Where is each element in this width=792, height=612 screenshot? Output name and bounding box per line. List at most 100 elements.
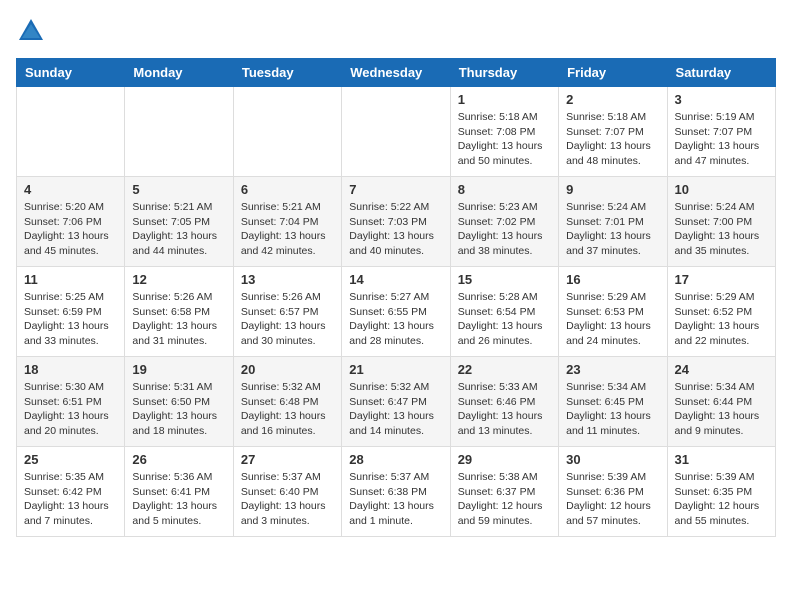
- day-number: 22: [458, 362, 551, 377]
- calendar-cell: 15 Sunrise: 5:28 AM Sunset: 6:54 PM Dayli…: [450, 267, 558, 357]
- day-number: 25: [24, 452, 117, 467]
- day-number: 3: [675, 92, 768, 107]
- calendar-week-row: 4 Sunrise: 5:20 AM Sunset: 7:06 PM Daylig…: [17, 177, 776, 267]
- calendar-cell: [342, 87, 450, 177]
- calendar-cell: [125, 87, 233, 177]
- calendar-week-row: 1Sunrise: 5:18 AM Sunset: 7:08 PM Daylig…: [17, 87, 776, 177]
- day-number: 1: [458, 92, 551, 107]
- day-info: Sunrise: 5:24 AM Sunset: 7:00 PM Dayligh…: [675, 200, 768, 259]
- day-number: 28: [349, 452, 442, 467]
- page-header: [16, 16, 776, 46]
- day-number: 8: [458, 182, 551, 197]
- day-number: 17: [675, 272, 768, 287]
- day-number: 7: [349, 182, 442, 197]
- calendar-cell: 7 Sunrise: 5:22 AM Sunset: 7:03 PM Daylig…: [342, 177, 450, 267]
- day-header-sunday: Sunday: [17, 59, 125, 87]
- day-info: Sunrise: 5:26 AM Sunset: 6:57 PM Dayligh…: [241, 290, 334, 349]
- day-number: 29: [458, 452, 551, 467]
- day-info: Sunrise: 5:30 AM Sunset: 6:51 PM Dayligh…: [24, 380, 117, 439]
- day-number: 13: [241, 272, 334, 287]
- day-info: Sunrise: 5:28 AM Sunset: 6:54 PM Dayligh…: [458, 290, 551, 349]
- day-header-friday: Friday: [559, 59, 667, 87]
- day-number: 14: [349, 272, 442, 287]
- day-number: 27: [241, 452, 334, 467]
- calendar-cell: 3Sunrise: 5:19 AM Sunset: 7:07 PM Daylig…: [667, 87, 775, 177]
- calendar-cell: 9 Sunrise: 5:24 AM Sunset: 7:01 PM Daylig…: [559, 177, 667, 267]
- calendar-cell: 5Sunrise: 5:21 AM Sunset: 7:05 PM Daylig…: [125, 177, 233, 267]
- calendar-cell: 26Sunrise: 5:36 AM Sunset: 6:41 PM Dayli…: [125, 447, 233, 537]
- day-number: 21: [349, 362, 442, 377]
- calendar-week-row: 25 Sunrise: 5:35 AM Sunset: 6:42 PM Dayli…: [17, 447, 776, 537]
- day-number: 4: [24, 182, 117, 197]
- calendar-cell: 13 Sunrise: 5:26 AM Sunset: 6:57 PM Dayli…: [233, 267, 341, 357]
- calendar-cell: 6 Sunrise: 5:21 AM Sunset: 7:04 PM Daylig…: [233, 177, 341, 267]
- calendar-cell: 14 Sunrise: 5:27 AM Sunset: 6:55 PM Dayli…: [342, 267, 450, 357]
- day-number: 2: [566, 92, 659, 107]
- day-number: 18: [24, 362, 117, 377]
- day-info: Sunrise: 5:32 AM Sunset: 6:48 PM Dayligh…: [241, 380, 334, 439]
- calendar-cell: 24Sunrise: 5:34 AM Sunset: 6:44 PM Dayli…: [667, 357, 775, 447]
- day-info: Sunrise: 5:26 AM Sunset: 6:58 PM Dayligh…: [132, 290, 225, 349]
- calendar-table: SundayMondayTuesdayWednesdayThursdayFrid…: [16, 58, 776, 537]
- calendar-week-row: 18 Sunrise: 5:30 AM Sunset: 6:51 PM Dayli…: [17, 357, 776, 447]
- calendar-cell: [17, 87, 125, 177]
- calendar-header-row: SundayMondayTuesdayWednesdayThursdayFrid…: [17, 59, 776, 87]
- day-info: Sunrise: 5:24 AM Sunset: 7:01 PM Dayligh…: [566, 200, 659, 259]
- day-info: Sunrise: 5:20 AM Sunset: 7:06 PM Dayligh…: [24, 200, 117, 259]
- day-header-tuesday: Tuesday: [233, 59, 341, 87]
- day-number: 6: [241, 182, 334, 197]
- calendar-cell: 23Sunrise: 5:34 AM Sunset: 6:45 PM Dayli…: [559, 357, 667, 447]
- logo: [16, 16, 50, 46]
- day-info: Sunrise: 5:32 AM Sunset: 6:47 PM Dayligh…: [349, 380, 442, 439]
- day-number: 15: [458, 272, 551, 287]
- day-header-monday: Monday: [125, 59, 233, 87]
- calendar-cell: 21 Sunrise: 5:32 AM Sunset: 6:47 PM Dayli…: [342, 357, 450, 447]
- calendar-cell: 12 Sunrise: 5:26 AM Sunset: 6:58 PM Dayli…: [125, 267, 233, 357]
- day-info: Sunrise: 5:33 AM Sunset: 6:46 PM Dayligh…: [458, 380, 551, 439]
- calendar-cell: 31 Sunrise: 5:39 AM Sunset: 6:35 PM Dayli…: [667, 447, 775, 537]
- day-info: Sunrise: 5:25 AM Sunset: 6:59 PM Dayligh…: [24, 290, 117, 349]
- day-number: 16: [566, 272, 659, 287]
- day-info: Sunrise: 5:18 AM Sunset: 7:07 PM Dayligh…: [566, 110, 659, 169]
- calendar-cell: 18 Sunrise: 5:30 AM Sunset: 6:51 PM Dayli…: [17, 357, 125, 447]
- day-info: Sunrise: 5:35 AM Sunset: 6:42 PM Dayligh…: [24, 470, 117, 529]
- calendar-cell: 17Sunrise: 5:29 AM Sunset: 6:52 PM Dayli…: [667, 267, 775, 357]
- calendar-cell: [233, 87, 341, 177]
- day-info: Sunrise: 5:27 AM Sunset: 6:55 PM Dayligh…: [349, 290, 442, 349]
- day-number: 31: [675, 452, 768, 467]
- calendar-cell: 8Sunrise: 5:23 AM Sunset: 7:02 PM Daylig…: [450, 177, 558, 267]
- day-number: 5: [132, 182, 225, 197]
- logo-icon: [16, 16, 46, 46]
- day-info: Sunrise: 5:34 AM Sunset: 6:44 PM Dayligh…: [675, 380, 768, 439]
- day-info: Sunrise: 5:22 AM Sunset: 7:03 PM Dayligh…: [349, 200, 442, 259]
- calendar-cell: 16 Sunrise: 5:29 AM Sunset: 6:53 PM Dayli…: [559, 267, 667, 357]
- calendar-cell: 19 Sunrise: 5:31 AM Sunset: 6:50 PM Dayli…: [125, 357, 233, 447]
- day-info: Sunrise: 5:31 AM Sunset: 6:50 PM Dayligh…: [132, 380, 225, 439]
- day-number: 12: [132, 272, 225, 287]
- day-info: Sunrise: 5:36 AM Sunset: 6:41 PM Dayligh…: [132, 470, 225, 529]
- day-number: 30: [566, 452, 659, 467]
- day-info: Sunrise: 5:21 AM Sunset: 7:04 PM Dayligh…: [241, 200, 334, 259]
- calendar-cell: 30 Sunrise: 5:39 AM Sunset: 6:36 PM Dayli…: [559, 447, 667, 537]
- day-number: 9: [566, 182, 659, 197]
- calendar-cell: 25 Sunrise: 5:35 AM Sunset: 6:42 PM Dayli…: [17, 447, 125, 537]
- day-header-thursday: Thursday: [450, 59, 558, 87]
- calendar-cell: 28 Sunrise: 5:37 AM Sunset: 6:38 PM Dayli…: [342, 447, 450, 537]
- calendar-cell: 11 Sunrise: 5:25 AM Sunset: 6:59 PM Dayli…: [17, 267, 125, 357]
- calendar-cell: 1Sunrise: 5:18 AM Sunset: 7:08 PM Daylig…: [450, 87, 558, 177]
- day-info: Sunrise: 5:29 AM Sunset: 6:53 PM Dayligh…: [566, 290, 659, 349]
- day-info: Sunrise: 5:34 AM Sunset: 6:45 PM Dayligh…: [566, 380, 659, 439]
- calendar-week-row: 11 Sunrise: 5:25 AM Sunset: 6:59 PM Dayli…: [17, 267, 776, 357]
- day-number: 19: [132, 362, 225, 377]
- calendar-cell: 2 Sunrise: 5:18 AM Sunset: 7:07 PM Daylig…: [559, 87, 667, 177]
- day-number: 10: [675, 182, 768, 197]
- calendar-cell: 27Sunrise: 5:37 AM Sunset: 6:40 PM Dayli…: [233, 447, 341, 537]
- day-number: 11: [24, 272, 117, 287]
- day-info: Sunrise: 5:37 AM Sunset: 6:38 PM Dayligh…: [349, 470, 442, 529]
- day-info: Sunrise: 5:39 AM Sunset: 6:35 PM Dayligh…: [675, 470, 768, 529]
- calendar-cell: 10 Sunrise: 5:24 AM Sunset: 7:00 PM Dayli…: [667, 177, 775, 267]
- day-info: Sunrise: 5:39 AM Sunset: 6:36 PM Dayligh…: [566, 470, 659, 529]
- day-info: Sunrise: 5:38 AM Sunset: 6:37 PM Dayligh…: [458, 470, 551, 529]
- day-number: 20: [241, 362, 334, 377]
- calendar-cell: 20 Sunrise: 5:32 AM Sunset: 6:48 PM Dayli…: [233, 357, 341, 447]
